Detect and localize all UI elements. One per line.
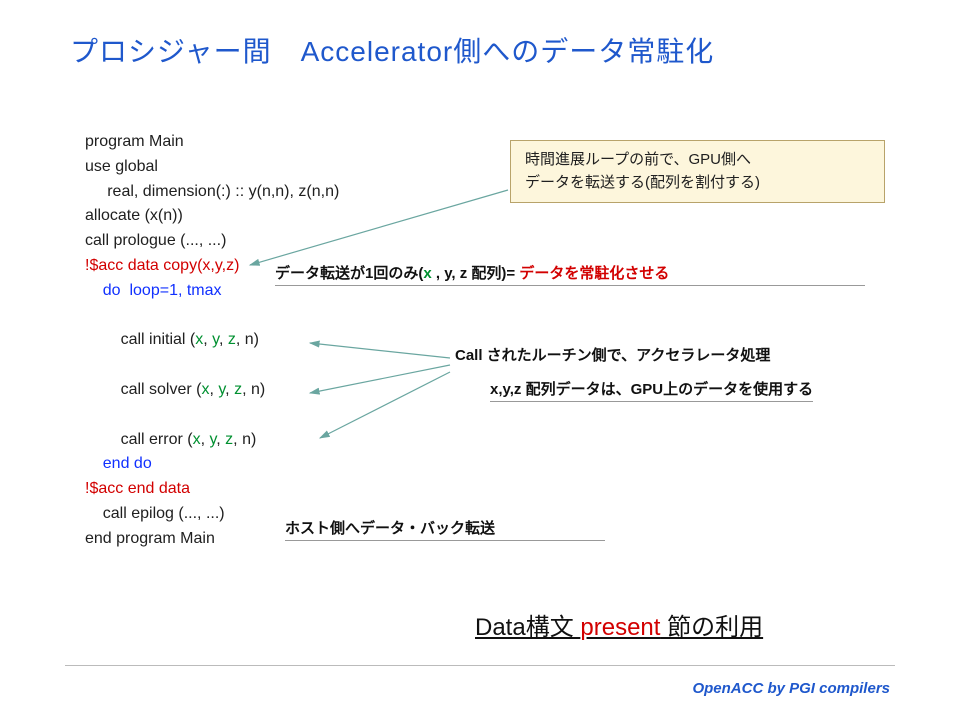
code-line: allocate (x(n)) — [85, 204, 339, 229]
code-line: call prologue (..., ...) — [85, 229, 339, 254]
annotation-present-clause: Data構文 present 節の利用 — [475, 607, 763, 642]
code-block: program Main use global real, dimension(… — [85, 130, 339, 552]
code-line: real, dimension(:) :: y(n,n), z(n,n) — [85, 180, 339, 205]
code-line-enddo: end do — [85, 452, 339, 477]
code-line: use global — [85, 155, 339, 180]
code-blank — [85, 353, 339, 378]
footer-divider — [65, 665, 895, 666]
annotation-call-routine: Call されたルーチン側で、アクセラレータ処理 — [455, 344, 770, 365]
code-line-call-initial: call initial (x, y, z, n) — [85, 328, 339, 353]
code-blank — [85, 403, 339, 428]
code-blank — [85, 304, 339, 329]
callout-gpu-transfer: 時間進展ループの前で、GPU側へ データを転送する(配列を割付する) — [510, 140, 885, 203]
code-line-acc-end: !$acc end data — [85, 477, 339, 502]
arrow-anno-to-error — [320, 372, 450, 438]
code-line-call-solver: call solver (x, y, z, n) — [85, 378, 339, 403]
annotation-data-copy: データ転送が1回のみ(x , y, z 配列)= データを常駐化させる — [275, 262, 865, 286]
annotation-host-back: ホスト側へデータ・バック転送 — [285, 517, 605, 541]
callout-line: 時間進展ループの前で、GPU側へ — [525, 149, 870, 172]
annotation-gpu-data: x,y,z 配列データは、GPU上のデータを使用する — [490, 378, 813, 402]
callout-line: データを転送する(配列を割付する) — [525, 172, 870, 195]
footer-text: OpenACC by PGI compilers — [692, 680, 890, 697]
code-line-call-error: call error (x, y, z, n) — [85, 428, 339, 453]
code-line: program Main — [85, 130, 339, 155]
do-keyword: do loop=1, tmax — [103, 282, 222, 299]
slide-title: プロシジャー間 Accelerator側へのデータ常駐化 — [70, 30, 714, 70]
